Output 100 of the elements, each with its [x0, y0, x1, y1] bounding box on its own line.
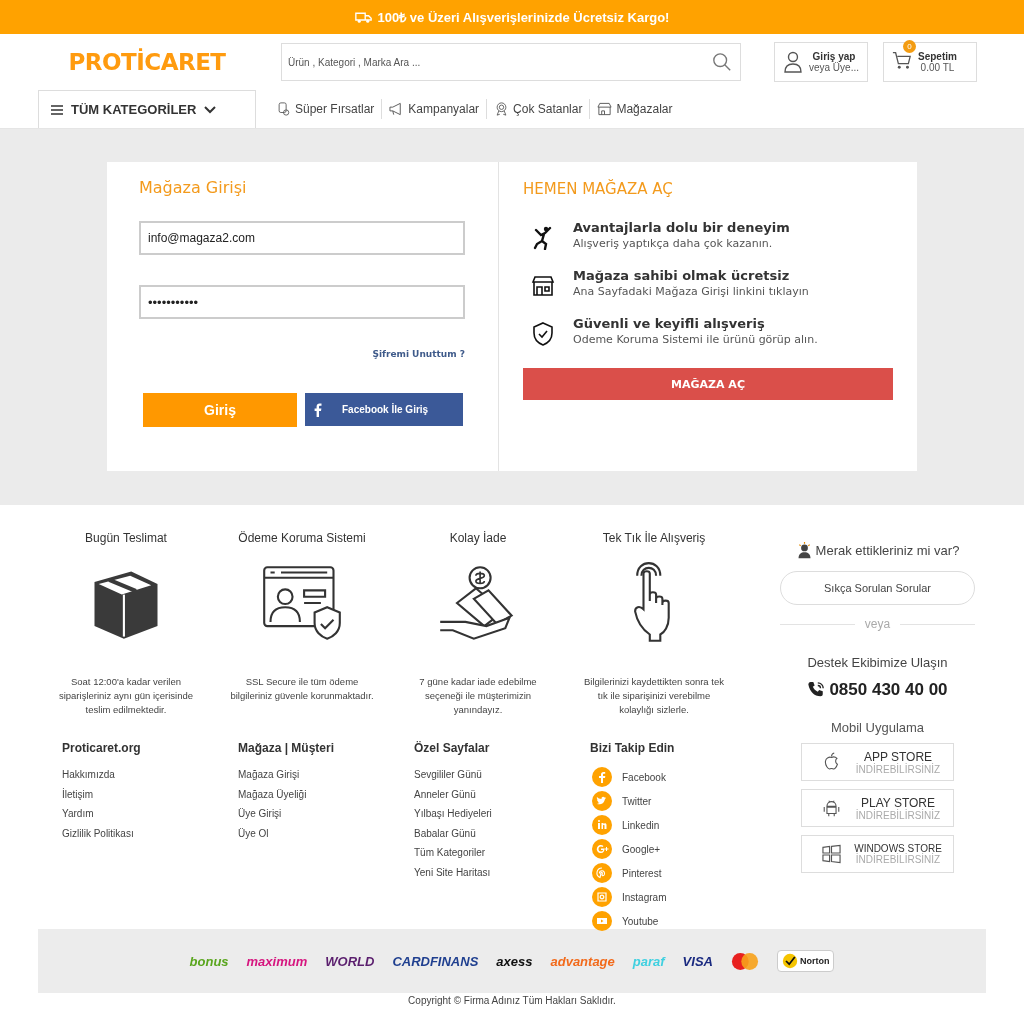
footer-column-title: Proticaret.org [62, 741, 142, 755]
cart-icon [892, 49, 912, 71]
payment-logo: bonus [189, 953, 229, 969]
email-field[interactable]: info@magaza2.com [139, 221, 465, 255]
pinterest-icon [592, 863, 612, 883]
nav-link[interactable]: Çok Satanlar [494, 102, 583, 116]
nav-link[interactable]: Mağazalar [597, 102, 673, 116]
social-link[interactable]: Facebook [592, 765, 766, 789]
support-heading: Destek Ekibimize Ulaşın [807, 655, 948, 670]
phone-icon [807, 681, 826, 699]
app-store-button[interactable]: WINDOWS STORE İNDİREBİLİRSİNİZ [801, 835, 954, 873]
footer-link[interactable]: Hakkımızda [62, 765, 238, 785]
instagram-icon [592, 887, 612, 907]
promo-text: 100₺ ve Üzeri Alışverişlerinizde Ücretsiz Kargo! [377, 9, 670, 26]
payment-logo: paraf [632, 953, 665, 969]
footer-link[interactable]: Babalar Günü [414, 823, 590, 843]
mobile-app-heading: Mobil Uygulama [830, 720, 925, 735]
payment-logo: maximum [246, 953, 308, 969]
footer-link[interactable]: Üye Ol [238, 823, 414, 843]
social-link[interactable]: Instagram [592, 885, 766, 909]
feature-title: Bugün Teslimat [85, 531, 167, 545]
cart-count-badge: 0 [903, 40, 916, 53]
footer-link[interactable]: Mağaza Girişi [238, 765, 414, 785]
footer-link[interactable]: Sevgililer Günü [414, 765, 590, 785]
google-icon [592, 839, 612, 859]
footer-link[interactable]: Yeni Site Haritası [414, 862, 590, 882]
forgot-password-link[interactable]: Şifremi Unuttum ? [372, 349, 465, 359]
benefit-text: Ana Sayfadaki Mağaza Girişi linkini tıklayın [573, 285, 809, 298]
copyright-text: Copyright © Firma Adınız Tüm Hakları Saklıdır. [408, 995, 616, 1006]
payment-logo: CARDFINANS [392, 953, 479, 969]
store-icon [597, 102, 613, 116]
account-button[interactable]: Giriş yap veya Üye... [774, 42, 868, 82]
app-store-button[interactable]: PLAY STORE İNDİREBİLİRSİNİZ [801, 789, 954, 827]
menu-icon [51, 104, 63, 115]
categories-label: TÜM KATEGORİLER [71, 102, 197, 117]
payment-logo: VISA [682, 953, 713, 969]
benefit-text: Odeme Koruma Sistemi ile ürünü görüp alın. [573, 333, 818, 346]
shield-check-icon [531, 322, 555, 346]
payment-logo: WORLD [325, 953, 375, 969]
footer-column-title: Bizi Takip Edin [590, 741, 676, 755]
footer-link[interactable]: Mağaza Üyeliği [238, 784, 414, 804]
payment-logo: axess [496, 953, 533, 969]
chevron-down-icon [204, 104, 217, 115]
social-link[interactable]: Pinterest [592, 861, 766, 885]
footer-link[interactable]: Anneler Günü [414, 784, 590, 804]
footer-link[interactable]: Gizlilik Politikası [62, 823, 238, 843]
faq-button[interactable]: Sıkça Sorulan Sorular [780, 571, 975, 605]
footer-link[interactable]: Üye Girişi [238, 804, 414, 824]
benefit-text: Alışveriş yaptıkça daha çok kazanın. [573, 237, 774, 250]
benefit-title: Avantajlarla dolu bir deneyim [573, 220, 790, 235]
user-icon [783, 51, 803, 73]
truck-icon [354, 10, 372, 24]
account-title: Giriş yap [812, 51, 856, 62]
cart-button[interactable]: 0 Sepetim 0.00 TL [883, 42, 977, 82]
feature-title: Kolay İade [449, 531, 507, 545]
search-icon[interactable] [712, 52, 732, 72]
feature-title: Ödeme Koruma Sistemi [238, 531, 366, 545]
categories-menu-button[interactable]: TÜM KATEGORİLER [38, 90, 256, 128]
footer-link[interactable]: Yardım [62, 804, 238, 824]
open-store-button[interactable]: MAĞAZA AÇ [523, 368, 893, 400]
account-subtitle: veya Üye... [808, 62, 859, 73]
social-link[interactable]: Linkedin [592, 813, 766, 837]
twitter-icon [592, 791, 612, 811]
cart-total: 0.00 TL [920, 62, 955, 73]
feature-text: Bilgilerinizi kaydettikten sonra tek tık ile siparişinizi verebilme kolaylığı sizlerle. [583, 675, 725, 717]
benefit-title: Mağaza sahibi olmak ücretsiz [573, 268, 791, 283]
apple-icon [822, 752, 841, 772]
footer-link[interactable]: Tüm Kategoriler [414, 843, 590, 863]
medal-icon [494, 102, 510, 116]
facebook-icon [592, 767, 612, 787]
search-field[interactable]: Ürün , Kategori , Marka Ara ... [281, 43, 741, 81]
footer-column-title: Özel Sayfalar [414, 741, 491, 755]
benefit-title: Güvenli ve keyifli alışveriş [573, 316, 766, 331]
linkedin-icon [592, 815, 612, 835]
social-link[interactable]: Google+ [592, 837, 766, 861]
store-icon [531, 274, 555, 298]
social-link[interactable]: Youtube [592, 909, 766, 933]
norton-seal: Norton [776, 950, 835, 972]
feature-text: SSL Secure ile tüm ödeme bilgileriniz güvenle korunmaktadır. [229, 675, 375, 703]
open-store-title: HEMEN MAĞAZA AÇ [523, 180, 674, 198]
footer-link[interactable]: Yılbaşı Hediyeleri [414, 804, 590, 824]
or-label: veya [864, 617, 891, 631]
facebook-icon [314, 402, 322, 417]
footer-column-title: Mağaza | Müşteri [238, 741, 336, 755]
payment-logo: advantage [550, 953, 615, 969]
cart-title: Sepetim [918, 51, 957, 62]
nav-link[interactable]: Süper Fırsatlar [276, 102, 375, 116]
nav-link[interactable]: Kampanyalar [389, 102, 480, 116]
facebook-login-button[interactable]: Facebook İle Giriş [305, 393, 463, 426]
phone-number: 0850 430 40 00 [829, 680, 948, 700]
footer-link[interactable]: İletişim [62, 784, 238, 804]
login-title: Mağaza Girişi [139, 178, 248, 197]
help-question: Merak ettikleriniz mi var? [815, 543, 960, 558]
password-field[interactable]: ••••••••••• [139, 285, 465, 319]
app-store-button[interactable]: APP STORE İNDİREBİLİRSİNİZ [801, 743, 954, 781]
feature-text: 7 güne kadar iade edebilme seçeneği ile müşterimizin yanındayız. [418, 675, 538, 717]
feature-title: Tek Tık İle Alışveriş [602, 531, 706, 545]
youtube-icon [592, 911, 612, 931]
social-link[interactable]: Twitter [592, 789, 766, 813]
windows-icon [822, 844, 841, 864]
